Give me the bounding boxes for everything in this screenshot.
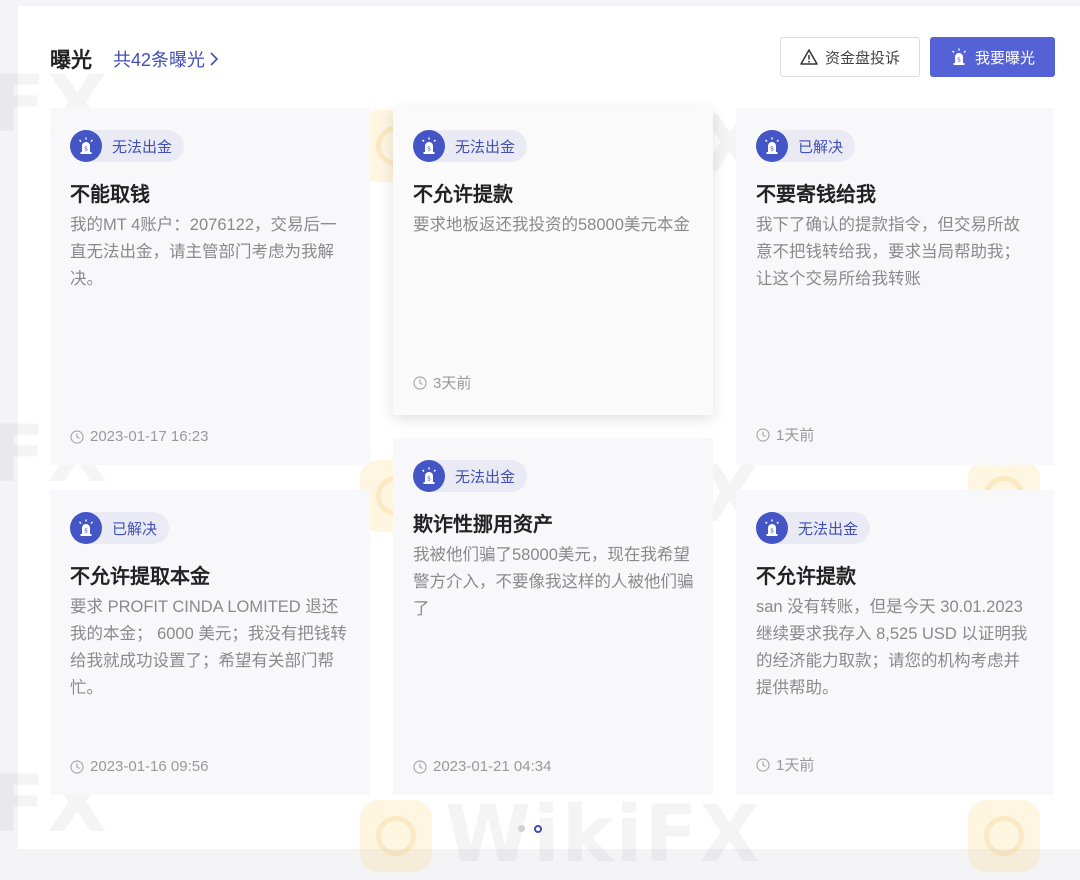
status-badge: $ 无法出金 (756, 512, 871, 544)
card-description: 要求 PROFIT CINDA LOMITED 退还我的本金； 6000 美元；… (70, 598, 347, 697)
ponzi-complaint-button[interactable]: 资金盘投诉 (780, 37, 920, 77)
carousel-dot-1[interactable] (518, 825, 525, 832)
carousel-dot-2[interactable] (534, 825, 542, 833)
warning-icon (800, 49, 818, 65)
status-badge-label: 已解决 (798, 138, 844, 156)
card-title: 欺诈性挪用资产 (413, 514, 553, 536)
card-timestamp: 2023-01-21 04:34 (413, 758, 551, 775)
status-badge-label: 无法出金 (112, 138, 173, 156)
exposure-card[interactable]: $ 无法出金 欺诈性挪用资产 我被他们骗了58000美元，现在我希望警方介入，不… (393, 438, 713, 795)
svg-text:$: $ (427, 476, 431, 483)
alarm-siren-icon: $ (413, 130, 445, 162)
card-title: 不允许提取本金 (70, 566, 210, 588)
card-timestamp-label: 2023-01-21 04:34 (433, 758, 552, 775)
card-description: san 没有转账，但是今天 30.01.2023 继续要求我存入 8,525 U… (756, 598, 1028, 697)
exposure-card[interactable]: $ 无法出金 不能取钱 我的MT 4账户：2076122，交易后一直无法出金，请… (50, 108, 370, 465)
card-description: 我下了确认的提款指令，但交易所故意不把钱转给我，要求当局帮助我；让这个交易所给我… (756, 216, 1020, 288)
submit-exposure-button[interactable]: $ 我要曝光 (930, 37, 1055, 77)
status-badge: $ 已解决 (756, 130, 856, 162)
card-timestamp: 1天前 (756, 754, 814, 775)
clock-icon (413, 375, 427, 390)
card-description: 要求地板返还我投资的58000美元本金 (413, 216, 690, 234)
svg-text:$: $ (770, 146, 774, 153)
card-timestamp: 2023-01-17 16:23 (70, 428, 208, 445)
clock-icon (756, 757, 770, 772)
card-timestamp: 1天前 (756, 424, 814, 445)
card-description: 我的MT 4账户：2076122，交易后一直无法出金，请主管部门考虑为我解决。 (70, 216, 337, 288)
status-badge-label: 无法出金 (798, 520, 859, 538)
submit-exposure-label: 我要曝光 (974, 49, 1035, 67)
card-title: 不允许提款 (413, 184, 513, 206)
section-title: 曝光 (50, 49, 92, 72)
exposure-card[interactable]: $ 已解决 不要寄钱给我 我下了确认的提款指令，但交易所故意不把钱转给我，要求当… (736, 108, 1054, 465)
card-timestamp-label: 1天前 (776, 427, 815, 444)
alarm-siren-icon: $ (756, 130, 788, 162)
alarm-siren-icon: $ (756, 512, 788, 544)
clock-icon (413, 759, 427, 774)
clock-icon (756, 427, 770, 442)
svg-text:$: $ (84, 146, 88, 153)
svg-text:$: $ (427, 146, 431, 153)
svg-text:$: $ (84, 528, 88, 535)
status-badge: $ 已解决 (70, 512, 170, 544)
status-badge: $ 无法出金 (413, 460, 528, 492)
status-badge-label: 无法出金 (455, 138, 516, 156)
card-description: 我被他们骗了58000美元，现在我希望警方介入，不要像我这样的人被他们骗了 (413, 546, 694, 618)
alarm-siren-icon: $ (951, 48, 966, 65)
card-timestamp-label: 1天前 (776, 757, 815, 774)
card-timestamp: 2023-01-16 09:56 (70, 758, 208, 775)
card-timestamp: 3天前 (413, 372, 471, 393)
svg-text:$: $ (770, 528, 774, 535)
exposure-count-link[interactable]: 共42条曝光 (113, 46, 219, 72)
card-timestamp-label: 2023-01-17 16:23 (90, 428, 209, 445)
exposure-count-label: 共42条曝光 (113, 50, 206, 70)
status-badge: $ 无法出金 (70, 130, 185, 162)
clock-icon (70, 429, 84, 444)
status-badge-label: 已解决 (112, 520, 158, 538)
svg-text:$: $ (957, 57, 961, 64)
card-timestamp-label: 3天前 (433, 375, 472, 392)
exposure-card[interactable]: $ 已解决 不允许提取本金 要求 PROFIT CINDA LOMITED 退还… (50, 490, 370, 795)
alarm-siren-icon: $ (70, 130, 102, 162)
card-timestamp-label: 2023-01-16 09:56 (90, 758, 209, 775)
status-badge-label: 无法出金 (455, 468, 516, 486)
ponzi-complaint-label: 资金盘投诉 (824, 49, 900, 67)
card-title: 不要寄钱给我 (756, 184, 876, 206)
clock-icon (70, 759, 84, 774)
chevron-right-icon (210, 52, 219, 66)
carousel-pagination (518, 825, 542, 833)
exposure-card[interactable]: $ 无法出金 不允许提款 要求地板返还我投资的58000美元本金 3天前 (393, 108, 713, 415)
exposure-card[interactable]: $ 无法出金 不允许提款 san 没有转账，但是今天 30.01.2023 继续… (736, 490, 1054, 795)
card-title: 不允许提款 (756, 566, 856, 588)
card-title: 不能取钱 (70, 184, 150, 206)
alarm-siren-icon: $ (70, 512, 102, 544)
alarm-siren-icon: $ (413, 460, 445, 492)
status-badge: $ 无法出金 (413, 130, 528, 162)
